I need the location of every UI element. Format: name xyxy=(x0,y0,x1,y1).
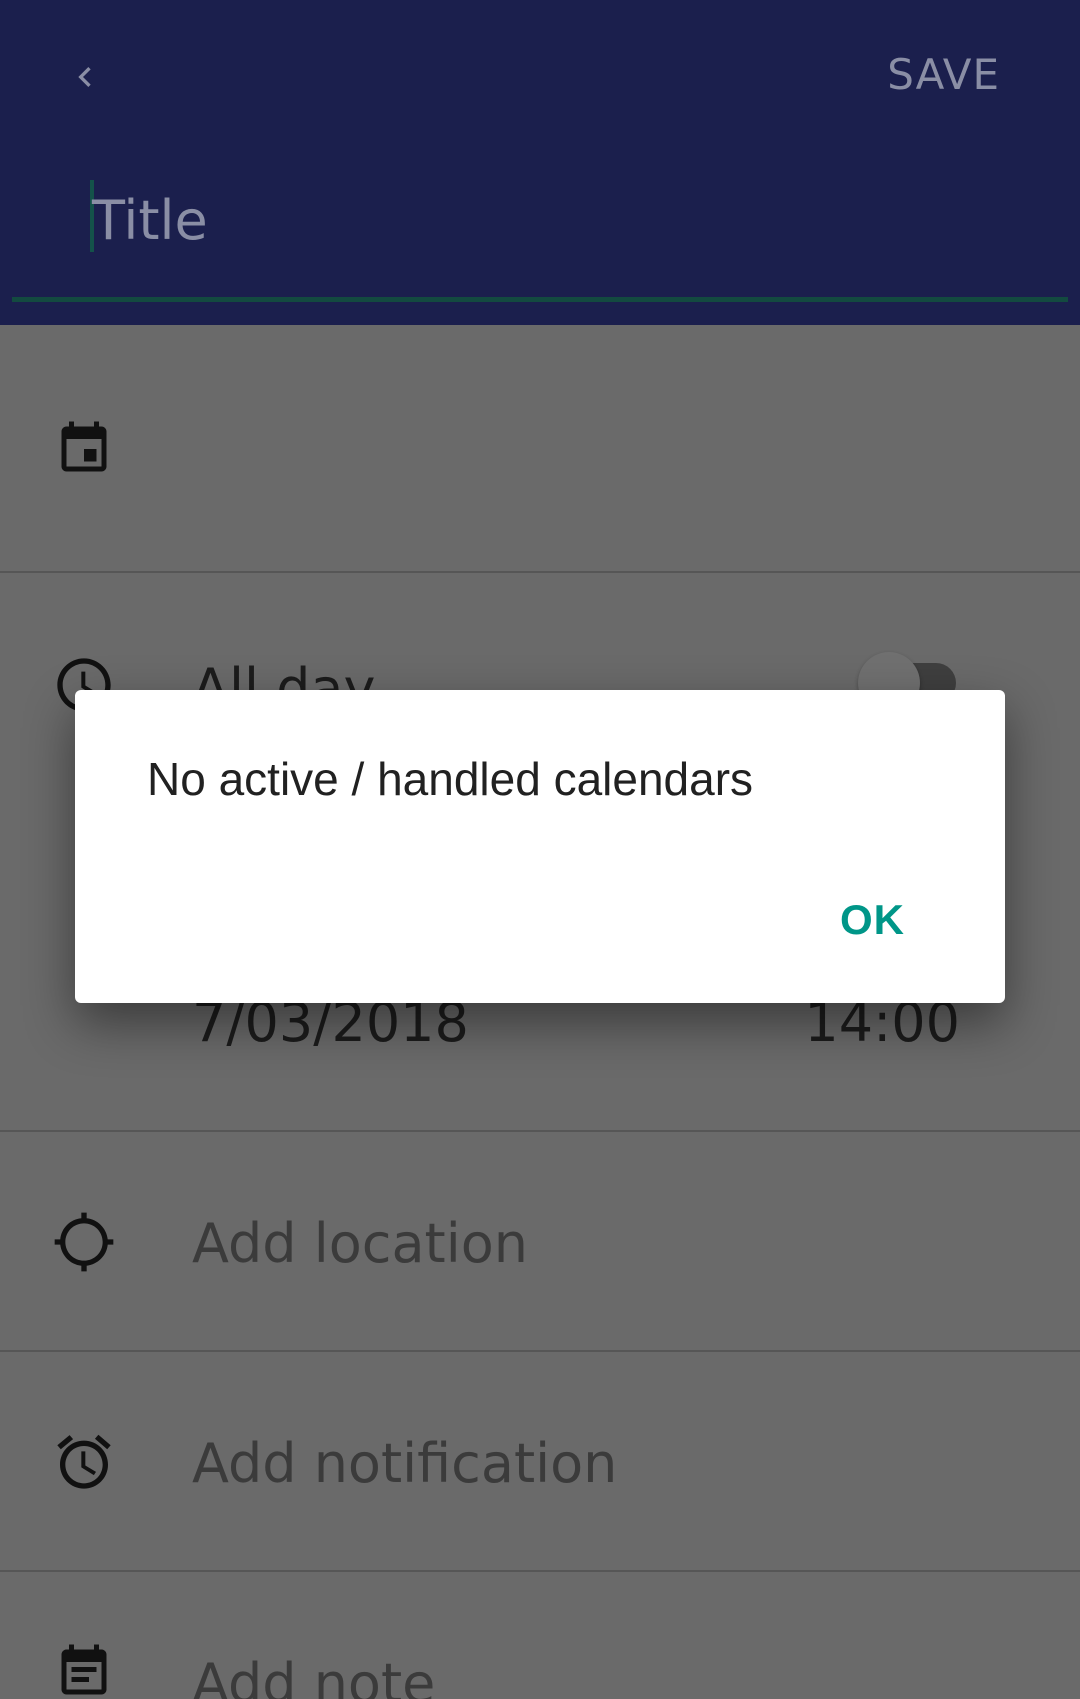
add-location: Add location xyxy=(192,1212,528,1275)
app-bar: SAVE Title xyxy=(0,0,1080,325)
title-input[interactable]: Title xyxy=(88,180,208,260)
alert-dialog: No active / handled calendars OK xyxy=(75,690,1005,1003)
note-row[interactable]: Add note xyxy=(0,1572,1080,1699)
back-button[interactable] xyxy=(60,52,110,102)
crosshair-icon xyxy=(52,1210,116,1274)
location-row[interactable]: Add location xyxy=(0,1132,1080,1352)
save-button[interactable]: SAVE xyxy=(887,50,1000,99)
dialog-message: No active / handled calendars xyxy=(147,753,754,805)
chevron-left-icon xyxy=(78,67,91,87)
note-icon xyxy=(52,1640,116,1699)
title-underline xyxy=(12,297,1068,302)
calendar-row[interactable] xyxy=(0,325,1080,573)
add-note: Add note xyxy=(192,1652,436,1699)
alarm-icon xyxy=(52,1430,116,1494)
calendar-icon xyxy=(52,417,116,481)
title-placeholder: Title xyxy=(92,188,208,252)
notification-row[interactable]: Add notification xyxy=(0,1352,1080,1572)
add-notification: Add notification xyxy=(192,1432,618,1495)
ok-button[interactable]: OK xyxy=(840,896,905,944)
